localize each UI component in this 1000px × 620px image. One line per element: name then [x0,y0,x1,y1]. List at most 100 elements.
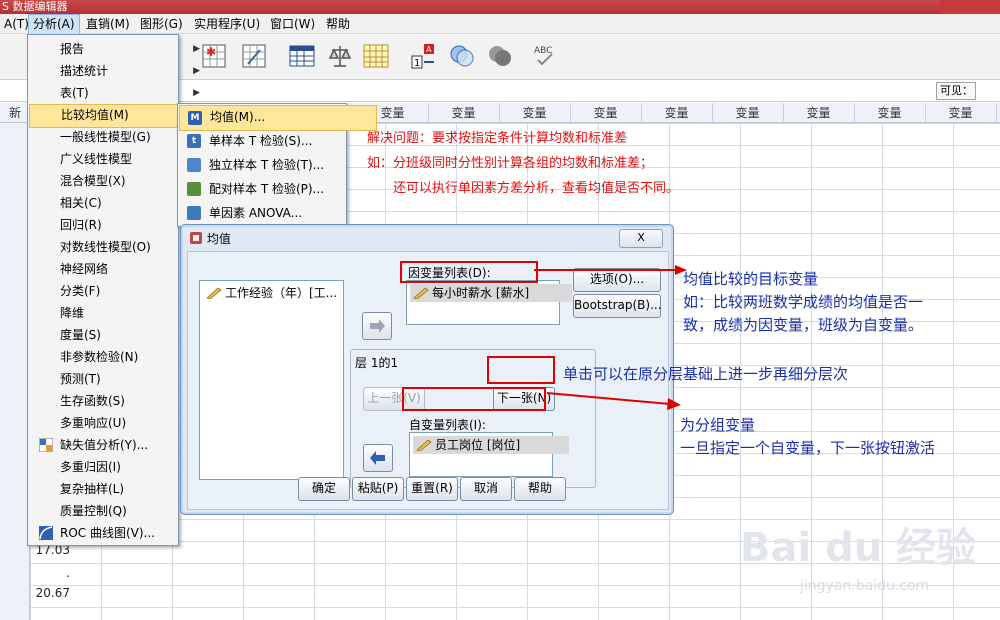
gray-circles-icon[interactable] [486,42,514,70]
grid-icon[interactable] [362,42,390,70]
watermark-url: jingyan.baidu.com [800,578,930,594]
menu-utilities[interactable]: 实用程序(U) [190,14,264,34]
next-highlight-box [487,356,555,384]
menu-item-label: 报告 [60,42,85,56]
annotation-text: 致，成绩为因变量，班级为自变量。 [683,316,924,334]
menu-bar: A(T) 分析(A) 直销(M) 图形(G) 实用程序(U) 窗口(W) 帮助 [0,14,1000,36]
menu-item-label: 回归(R) [60,218,102,232]
column-header[interactable]: 变量 [925,103,997,123]
balance-icon[interactable] [326,42,354,70]
menu-item-reports[interactable]: 报告 ▶ [29,38,208,60]
menu-item-label: ROC 曲线图(V)... [60,526,155,540]
column-header[interactable]: 变量 [854,103,926,123]
menu-item-descriptive[interactable]: 描述统计 ▶ [29,60,208,82]
menu-direct-marketing[interactable]: 直销(M) [82,14,134,34]
annotation-text: 为分组变量 [680,416,756,434]
value-labels-icon[interactable]: A1 [410,42,438,70]
submenu-item-paired-t[interactable]: 配对样本 T 检验(P)... [179,177,375,201]
menu-item-label: 相关(C) [60,196,102,210]
submenu-item-independent-t[interactable]: 独立样本 T 检验(T)... [179,153,375,177]
anova-icon [187,206,201,220]
arrow-left-icon [370,451,385,465]
list-item[interactable]: 每小时薪水 [薪水] [410,284,572,302]
help-button[interactable]: 帮助 [514,477,566,501]
list-item-label: 每小时薪水 [薪水] [432,286,530,300]
compare-means-submenu: M 均值(M)... t 单样本 T 检验(S)... 独立样本 T 检验(T)..… [177,103,377,227]
analyze-menu: 报告 ▶ 描述统计 ▶ 表(T) ▶ 比较均值(M) ▶ 一般线性模型(G) ▶ 广义线性… [27,34,210,546]
menu-item-label: 广义线性模型 [60,152,133,166]
bootstrap-button[interactable]: Bootstrap(B)... [573,294,662,318]
circles-icon[interactable] [448,42,476,70]
roc-curve-icon [39,526,53,540]
submenu-item-label: 配对样本 T 检验(P)... [209,182,325,196]
submenu-item-label: 均值(M)... [210,110,266,124]
window-title-bar: S 数据编辑器 [0,0,1000,14]
menu-item-label: 对数线性模型(O) [60,240,151,254]
submenu-arrow-icon: ▶ [193,66,200,76]
close-button[interactable]: X [619,229,663,248]
menu-item-label: 非参数检验(N) [60,350,139,364]
menu-item-label: 度量(S) [60,328,101,342]
column-header[interactable]: 变量 [641,103,713,123]
list-item[interactable]: 工作经验（年）[工... [203,284,337,302]
annotation-text: 单击可以在原分层基础上进一步再细分层次 [563,365,849,383]
independent-callout-arrow [546,392,681,410]
submenu-item-label: 独立样本 T 检验(T)... [209,158,325,172]
menu-item-label: 质量控制(Q) [60,504,127,518]
submenu-item-means[interactable]: M 均值(M)... [179,105,377,131]
column-header[interactable]: 变量 [570,103,642,123]
move-to-independent-button[interactable] [363,444,393,472]
independent-list-label: 自变量列表(I): [409,418,486,432]
ordinal-variable-icon [416,439,432,451]
column-header[interactable]: 变量 [428,103,500,123]
menu-item-label: 分类(F) [60,284,101,298]
layer-group: 层 1的1 上一张(V) 下一张(N) 自变量列表(I): 员工岗位 [岗位] [350,349,596,488]
dependent-callout-arrow [534,265,687,275]
menu-analyze[interactable]: 分析(A) [28,14,80,36]
missing-values-icon [39,438,53,452]
weight-cases-icon[interactable] [240,42,268,70]
scale-variable-icon [413,287,429,299]
dialog-title-text: 均值 [206,232,231,246]
menu-item-tables[interactable]: 表(T) ▶ [29,82,208,104]
menu-item-label: 多重响应(U) [60,416,127,430]
menu-item-label: 多重归因(I) [60,460,121,474]
menu-item-label: 比较均值(M) [61,108,129,122]
submenu-item-one-sample-t[interactable]: t 单样本 T 检验(S)... [179,129,375,153]
move-to-dependent-button[interactable] [362,312,392,340]
menu-item-label: 混合模型(X) [60,174,126,188]
column-header[interactable]: 变量 [499,103,571,123]
reset-button[interactable]: 重置(R) [406,477,458,501]
spellcheck-icon[interactable]: ABC [532,42,560,70]
menu-item-label: 表(T) [60,86,89,100]
list-item[interactable]: 员工岗位 [岗位] [413,436,569,454]
annotation-text: 解决问题：要求按指定条件计算均数和标准差 [367,131,628,146]
paste-button[interactable]: 粘贴(P) [352,477,404,501]
menu-item-label: 生存函数(S) [60,394,125,408]
menu-window[interactable]: 窗口(W) [266,14,319,34]
menu-item-label: 缺失值分析(Y)... [60,438,149,452]
menu-item-roc-curve[interactable]: ROC 曲线图(V)... [29,522,208,544]
menu-graphs[interactable]: 图形(G) [136,14,187,34]
table-icon[interactable] [288,42,316,70]
annotation-text: 如：分班级同时分性别计算各组的均数和标准差； [367,156,654,171]
column-header[interactable]: 变量 [783,103,855,123]
menu-help[interactable]: 帮助 [322,14,354,34]
grid-cell[interactable]: 20.67 [26,586,70,600]
dependent-list[interactable]: 每小时薪水 [薪水] [406,280,572,325]
submenu-item-label: 单因素 ANOVA... [209,206,303,220]
annotation-text: 一旦指定一个自变量，下一张按钮激活 [680,439,936,457]
submenu-arrow-icon: ▶ [193,44,200,54]
dependent-highlight-box [400,261,538,283]
cancel-button[interactable]: 取消 [460,477,512,501]
menu-item-label: 复杂抽样(L) [60,482,125,496]
independent-list[interactable]: 员工岗位 [岗位] [409,432,569,477]
source-variable-list[interactable]: 工作经验（年）[工... [199,280,344,480]
submenu-item-label: 单样本 T 检验(S)... [209,134,313,148]
window-title: S 数据编辑器 [2,0,68,13]
window-controls[interactable] [940,0,1000,14]
column-header[interactable]: 变量 [712,103,784,123]
grid-cell[interactable]: . [26,566,70,580]
ok-button[interactable]: 确定 [298,477,350,501]
submenu-item-one-way-anova[interactable]: 单因素 ANOVA... [179,201,375,225]
